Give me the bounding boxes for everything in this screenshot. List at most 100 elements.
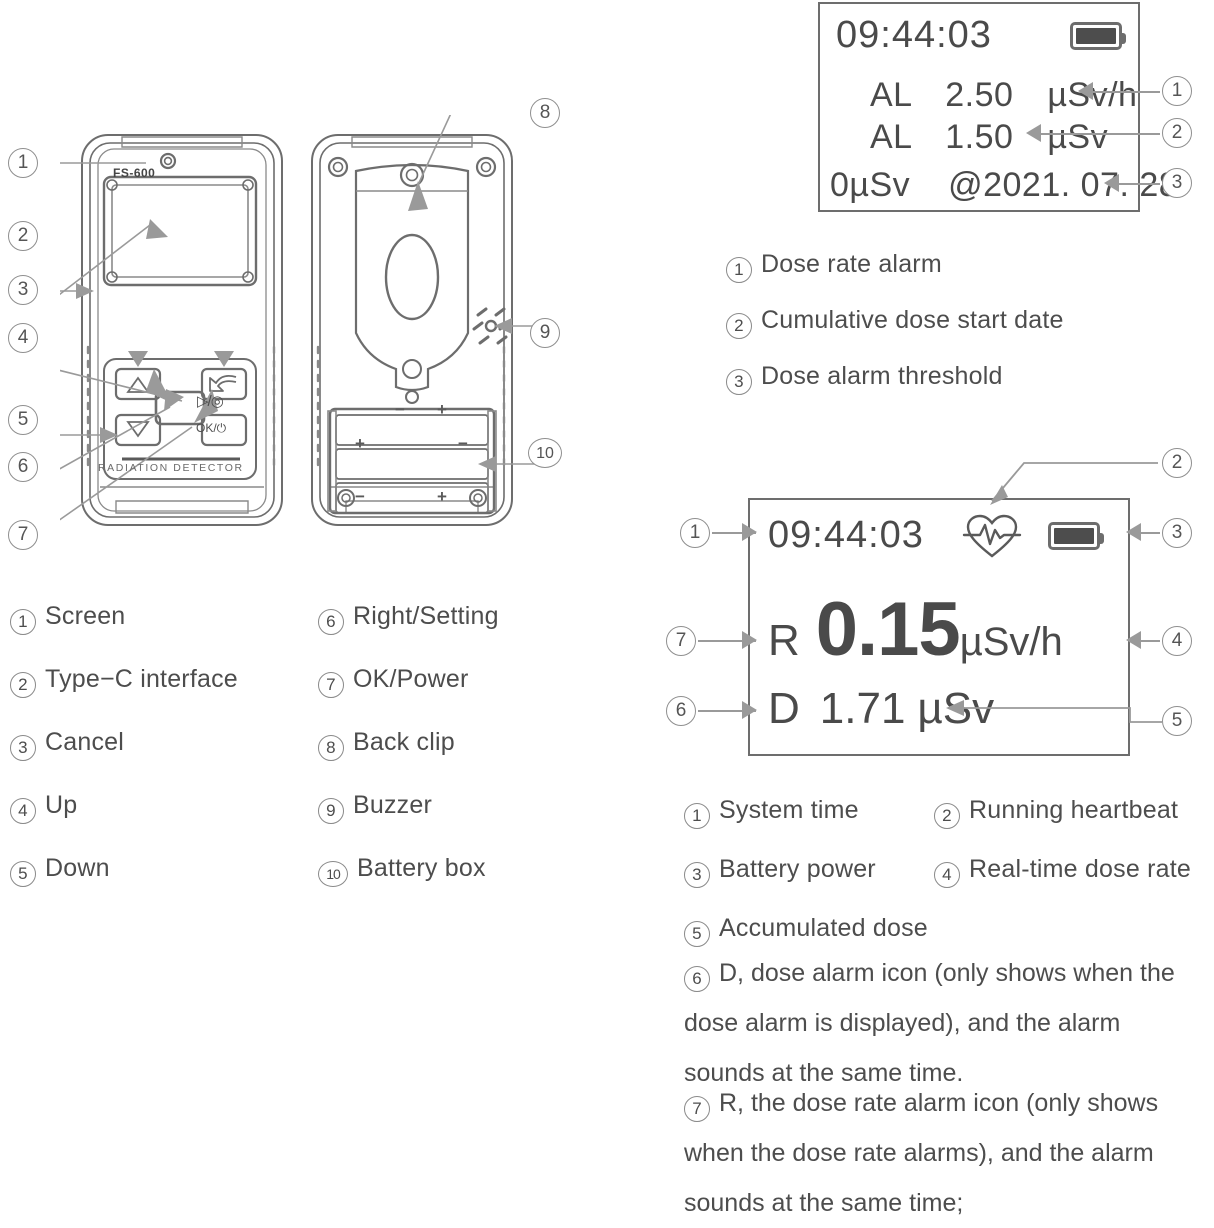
legend-label: System time <box>719 796 859 824</box>
battery-icon <box>1048 522 1104 550</box>
legend-num: 2 <box>10 672 36 698</box>
legend-label: D, dose alarm icon (only shows when the … <box>684 959 1175 1087</box>
main-arrow-4 <box>1126 631 1141 649</box>
legend-num: 6 <box>318 609 344 635</box>
main-dose-rate-row: R 0.15 µSv/h <box>768 592 1063 668</box>
dose-rate-unit: µSv/h <box>959 620 1063 664</box>
device-legend-col-left: 1 Screen 2 Type−C interface 3 Cancel 4 Up 5D… <box>10 602 238 887</box>
dose-rate-alarm-flag: R <box>768 616 800 665</box>
main-arrow-7 <box>742 631 757 649</box>
device-callout-3: 3 <box>8 275 38 305</box>
alarm-row-prefix: AL <box>870 118 912 156</box>
legend-label: R, the dose rate alarm icon (only shows … <box>684 1089 1159 1217</box>
legend-label: Right/Setting <box>353 602 499 630</box>
main-legend-item-1: 1 System time <box>684 796 934 829</box>
main-callout-1: 1 <box>680 518 710 548</box>
legend-label: Down <box>45 854 110 882</box>
dose-rate-value: 0.15 <box>815 587 961 672</box>
legend-item-cancel: 3 Cancel <box>10 728 238 761</box>
main-arrow-6 <box>742 701 757 719</box>
legend-num: 3 <box>684 862 710 888</box>
legend-label: Running heartbeat <box>969 796 1179 824</box>
legend-item-up: 4 Up <box>10 791 238 824</box>
main-callout-4: 4 <box>1162 626 1192 656</box>
alarm-footer-date: @2021. 07. 28 <box>948 166 1179 204</box>
legend-num: 4 <box>10 798 36 824</box>
alarm-legend: 1 Dose rate alarm 2 Cumulative dose start … <box>726 250 1064 395</box>
main-arrow-3 <box>1126 523 1141 541</box>
alarm-row-dose: AL 1.50 µSv <box>870 118 1108 157</box>
battery-polarity-1: − <box>395 400 405 419</box>
legend-label: Accumulated dose <box>719 914 928 942</box>
device-brand-label: RADIATION DETECTOR <box>98 462 244 474</box>
battery-polarity-6: + <box>437 487 447 506</box>
battery-polarity-2: + <box>437 400 447 419</box>
main-leader-5 <box>946 700 1162 723</box>
legend-num: 2 <box>934 803 960 829</box>
alarm-footer: 0µSv @2021. 07. 28 <box>830 166 1178 205</box>
main-callout-7: 7 <box>666 626 696 656</box>
alarm-row-value: 1.50 <box>945 118 1014 156</box>
legend-item-battery-box: 10 Battery box <box>318 854 499 887</box>
legend-label: Buzzer <box>353 791 433 819</box>
device-callout-6: 6 <box>8 452 38 482</box>
main-arrow-1 <box>742 523 757 541</box>
dose-alarm-flag: D <box>768 684 800 733</box>
legend-label: Back clip <box>353 728 455 756</box>
alarm-footer-dose: 0µSv <box>830 166 911 204</box>
illustration-page: FS-600 RADIATION DETECTOR ▷/◎ OK/⏻ − + +… <box>0 0 1214 1217</box>
alarm-arrow-3 <box>1104 174 1119 192</box>
legend-num: 2 <box>726 313 752 339</box>
main-legend-item-5: 5 Accumulated dose <box>684 914 934 947</box>
alarm-row-prefix: AL <box>870 76 912 114</box>
device-callout-1: 1 <box>8 148 38 178</box>
alarm-leader-1 <box>1090 91 1160 93</box>
device-callout-8: 8 <box>530 98 560 128</box>
device-callout-4: 4 <box>8 323 38 353</box>
alarm-leader-3 <box>1116 183 1160 185</box>
legend-item-screen: 1 Screen <box>10 602 238 635</box>
legend-num: 1 <box>684 803 710 829</box>
legend-num: 3 <box>10 735 36 761</box>
legend-label: Type−C interface <box>45 665 238 693</box>
main-leader-2 <box>990 462 1158 505</box>
alarm-arrow-1 <box>1078 82 1093 100</box>
alarm-legend-item-3: 3 Dose alarm threshold <box>726 362 1064 395</box>
legend-label: Dose alarm threshold <box>761 362 1003 390</box>
legend-num: 1 <box>726 257 752 283</box>
legend-label: Cumulative dose start date <box>761 306 1064 334</box>
main-legend-paragraph-7: 7 R, the dose rate alarm icon (only shows… <box>684 1078 1209 1228</box>
device-callout-10: 10 <box>528 438 562 468</box>
legend-num: 7 <box>684 1096 710 1122</box>
legend-num: 1 <box>10 609 36 635</box>
button-ok-power-glyph[interactable]: OK/⏻ <box>196 421 226 436</box>
main-callout-6: 6 <box>666 696 696 726</box>
main-legend-grid: 1 System time 2 Running heartbeat 3 Battery… <box>684 796 1191 947</box>
legend-label: Cancel <box>45 728 125 756</box>
legend-num: 4 <box>934 862 960 888</box>
alarm-legend-item-2: 2 Cumulative dose start date <box>726 306 1064 339</box>
legend-num: 8 <box>318 735 344 761</box>
device-legend-col-right: 6 Right/Setting 7 OK/Power 8 Back clip 9 Buz… <box>318 602 499 887</box>
main-callout-5: 5 <box>1162 706 1192 736</box>
alarm-callout-2: 2 <box>1162 118 1192 148</box>
legend-item-typec: 2 Type−C interface <box>10 665 238 698</box>
button-right-setting-glyph[interactable]: ▷/◎ <box>197 392 224 410</box>
device-callout-9: 9 <box>530 318 560 348</box>
alarm-arrow-2 <box>1026 124 1041 142</box>
legend-label: Up <box>45 791 78 819</box>
legend-label: Battery power <box>719 855 876 883</box>
main-legend-item-2: 2 Running heartbeat <box>934 796 1178 829</box>
legend-label: OK/Power <box>353 665 469 693</box>
legend-item-buzzer: 9 Buzzer <box>318 791 499 824</box>
alarm-callout-3: 3 <box>1162 168 1192 198</box>
device-callout-7: 7 <box>8 520 38 550</box>
battery-polarity-5: − <box>355 487 365 506</box>
legend-num: 7 <box>318 672 344 698</box>
legend-item-right-setting: 6 Right/Setting <box>318 602 499 635</box>
legend-label: Real-time dose rate <box>969 855 1191 883</box>
legend-num: 3 <box>726 369 752 395</box>
legend-item-ok-power: 7 OK/Power <box>318 665 499 698</box>
legend-num: 5 <box>684 921 710 947</box>
device-model-label: FS-600 <box>113 166 156 180</box>
